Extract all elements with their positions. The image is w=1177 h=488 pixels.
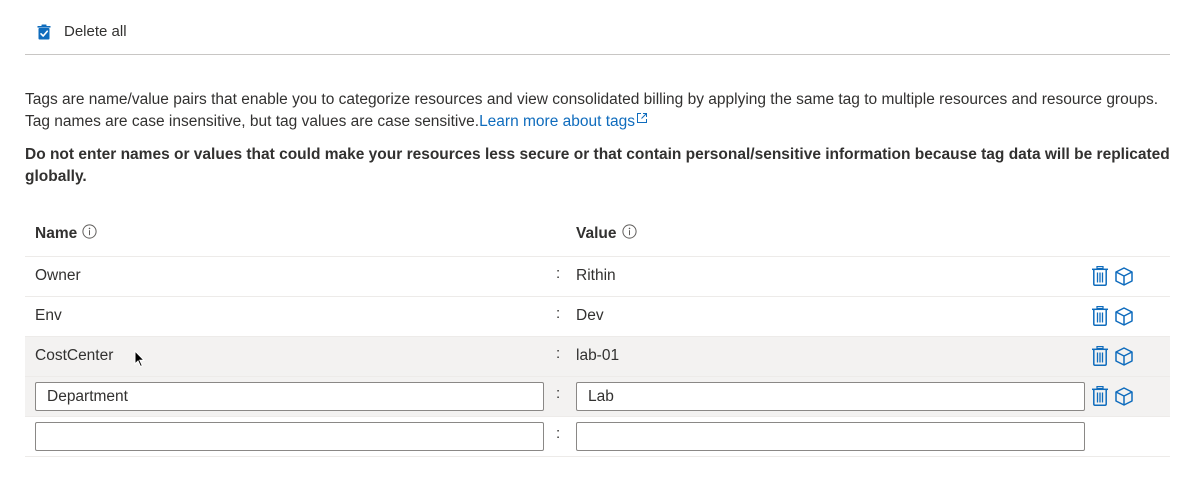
new-tag-name-input[interactable] <box>35 422 544 451</box>
separator: : <box>556 305 561 322</box>
row-actions <box>1091 305 1133 331</box>
separator: : <box>556 345 561 362</box>
table-row-new: : <box>25 417 1170 457</box>
trash-icon[interactable] <box>1091 305 1109 331</box>
learn-more-link-label: Learn more about tags <box>479 113 636 130</box>
tag-name: CostCenter <box>35 347 114 364</box>
cube-icon[interactable] <box>1115 346 1133 371</box>
name-header-label: Name <box>35 225 78 242</box>
tag-name: Owner <box>35 267 81 284</box>
cube-icon[interactable] <box>1115 266 1133 291</box>
separator: : <box>556 265 561 282</box>
trash-icon[interactable] <box>1091 265 1109 291</box>
tag-value: Dev <box>576 307 604 324</box>
delete-all-label: Delete all <box>64 23 127 40</box>
name-column-header: Name <box>35 224 97 244</box>
info-icon[interactable] <box>82 224 97 244</box>
row-actions <box>1091 265 1133 291</box>
sensitive-info-warning: Do not enter names or values that could … <box>25 146 1170 185</box>
tags-description: Tags are name/value pairs that enable yo… <box>25 89 1170 133</box>
value-header-label: Value <box>576 225 617 242</box>
cube-icon[interactable] <box>1115 386 1133 411</box>
row-actions <box>1091 385 1133 411</box>
external-link-icon <box>636 109 648 131</box>
table-row: Env : Dev <box>25 297 1170 337</box>
table-row: CostCenter : lab-01 <box>25 337 1170 377</box>
trash-icon[interactable] <box>1091 345 1109 371</box>
table-header: Name Value <box>25 212 1170 257</box>
command-bar: Delete all <box>25 0 1170 55</box>
tag-value-input[interactable] <box>576 382 1085 411</box>
mouse-pointer-icon <box>134 349 146 373</box>
tag-name: Env <box>35 307 62 324</box>
tags-table: Name Value Owner : Rithin Env: Dev Cost… <box>25 212 1170 457</box>
row-actions <box>1091 345 1133 371</box>
table-row-editing: : <box>25 377 1170 417</box>
tag-value: Rithin <box>576 267 616 284</box>
delete-all-button[interactable]: Delete all <box>25 16 135 48</box>
tag-value: lab-01 <box>576 347 620 364</box>
info-icon[interactable] <box>621 224 637 244</box>
trash-icon[interactable] <box>1091 385 1109 411</box>
learn-more-link[interactable]: Learn more about tags <box>479 112 648 130</box>
tags-page: Delete all Tags are name/value pairs tha… <box>0 0 1177 488</box>
separator: : <box>556 385 561 402</box>
value-column-header: Value <box>576 224 637 244</box>
table-row: Owner : Rithin <box>25 257 1170 297</box>
tag-name-input[interactable] <box>35 382 544 411</box>
separator: : <box>556 425 561 442</box>
new-tag-value-input[interactable] <box>576 422 1085 451</box>
cube-icon[interactable] <box>1115 306 1133 331</box>
delete-all-icon <box>37 24 51 40</box>
